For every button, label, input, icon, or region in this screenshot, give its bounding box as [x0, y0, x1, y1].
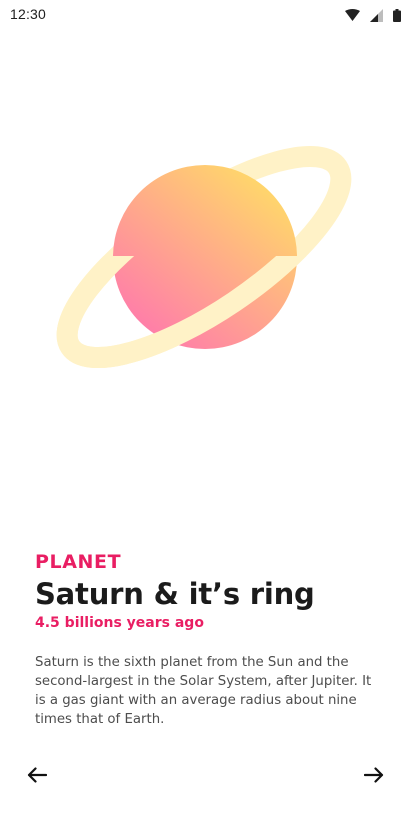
previous-button[interactable]: [22, 762, 52, 788]
page-title: Saturn & it’s ring: [35, 577, 315, 611]
cellular-signal-icon: [370, 8, 383, 22]
arrow-right-icon: [364, 767, 384, 783]
age-label: 4.5 billions years ago: [35, 615, 204, 631]
next-button[interactable]: [359, 762, 389, 788]
planet-info: PLANET Saturn & it’s ring 4.5 billions y…: [35, 551, 380, 729]
description-text: Saturn is the sixth planet from the Sun …: [35, 655, 372, 727]
status-bar: 12:30: [0, 0, 411, 30]
saturn-illustration: [0, 90, 411, 430]
wifi-icon: [345, 9, 360, 21]
battery-icon: [393, 8, 401, 22]
saturn-graphic: [56, 145, 352, 369]
status-time: 12:30: [10, 6, 47, 22]
status-icons: [345, 7, 401, 23]
category-label: PLANET: [35, 551, 122, 573]
arrow-left-icon: [27, 767, 47, 783]
